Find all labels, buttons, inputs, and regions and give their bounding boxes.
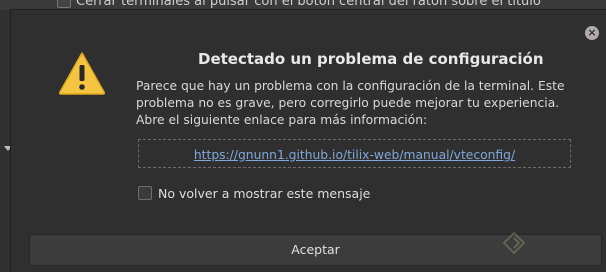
dialog-message: Parece que hay un problema con la config… [136, 79, 565, 127]
dont-show-again-label[interactable]: No volver a mostrar este mensaje [158, 186, 370, 201]
close-icon[interactable]: × [585, 26, 599, 40]
dont-show-again-checkbox[interactable] [138, 186, 152, 200]
dialog-title: Detectado un problema de configuración [198, 50, 544, 68]
vteconfig-link[interactable]: https://gnunn1.github.io/tilix-web/manua… [194, 148, 515, 162]
link-container: https://gnunn1.github.io/tilix-web/manua… [138, 139, 571, 168]
background-checkbox[interactable] [57, 0, 71, 8]
background-option-text: Cerrar terminales al pulsar con el botón… [76, 0, 541, 9]
warning-icon [58, 52, 106, 95]
dont-show-again-row[interactable]: No volver a mostrar este mensaje [138, 185, 370, 201]
screen: Cerrar terminales al pulsar con el botón… [0, 0, 606, 272]
watermark-icon [503, 232, 525, 254]
